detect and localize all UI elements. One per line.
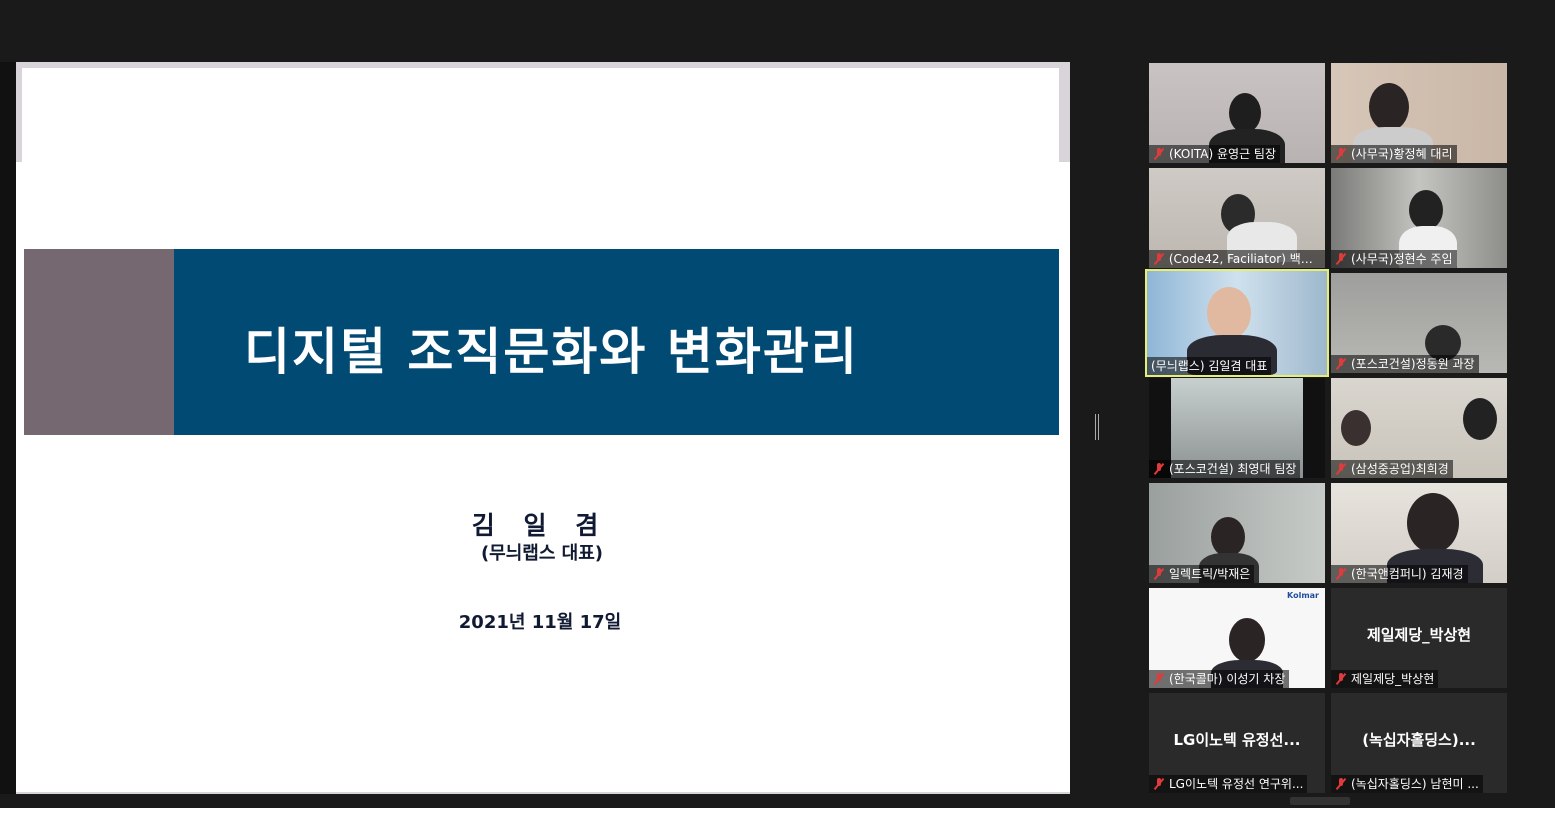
mic-muted-icon [1335,462,1347,476]
participant-head [1229,93,1261,133]
participant-name-label: 제일제당_박상현 [1331,670,1439,688]
participant-name-label: (KOITA) 윤영근 팀장 [1149,145,1280,163]
participant-tile[interactable]: (사무국)정현수 주임 [1331,168,1507,268]
participant-name-label: (무늬랩스) 김일겸 대표 [1147,357,1272,375]
participant-name-label: (Code42, Faciliator) 백성... [1149,250,1325,268]
participant-tile[interactable]: (사무국)황정혜 대리 [1331,63,1507,163]
mic-muted-icon [1153,672,1165,686]
participant-tile[interactable]: (녹십자홀딩스)... (녹십자홀딩스) 남현미 ... [1331,693,1507,793]
participant-head [1229,618,1265,662]
participant-head [1207,287,1251,339]
company-logo: Kolmar [1287,591,1319,600]
participant-name-label: (녹십자홀딩스) 남현미 ... [1331,775,1483,793]
gallery-scroll-thumb[interactable] [1290,797,1350,805]
meeting-top-bar [0,0,1555,62]
share-left-edge [0,62,16,794]
slide-title: 디지털 조직문화와 변화관리 [244,323,859,381]
participant-tile[interactable]: (한국앤컴퍼니) 김재경 [1331,483,1507,583]
participant-name-label: 일렉트릭/박재은 [1149,565,1255,583]
mic-muted-icon [1153,567,1165,581]
mic-muted-icon [1153,147,1165,161]
participant-name-label: (한국콜마) 이성기 차장 [1149,670,1290,688]
participant-tile[interactable]: 일렉트릭/박재은 [1149,483,1325,583]
participant-tile[interactable]: LG이노텍 유정선... LG이노텍 유정선 연구위... [1149,693,1325,793]
participant-tile[interactable]: Kolmar (한국콜마) 이성기 차장 [1149,588,1325,688]
participant-name-label: (포스코건설)정동원 과장 [1331,355,1479,373]
mic-muted-icon [1335,147,1347,161]
participant-display-name: (녹십자홀딩스)... [1362,731,1476,749]
participant-tile[interactable]: (KOITA) 윤영근 팀장 [1149,63,1325,163]
mic-muted-icon [1335,777,1347,791]
slide-right-edge [1059,62,1070,162]
mic-muted-icon [1335,672,1347,686]
participant-name-label: LG이노텍 유정선 연구위... [1149,775,1308,793]
mic-muted-icon [1335,567,1347,581]
participant-head [1409,190,1443,230]
participant-name-label: (포스코건설) 최영대 팀장 [1149,460,1301,478]
participant-display-name: 제일제당_박상현 [1366,626,1472,644]
participant-tile[interactable]: (Code42, Faciliator) 백성... [1149,168,1325,268]
mic-muted-icon [1335,252,1347,266]
participant-tile[interactable]: (포스코건설) 최영대 팀장 [1149,378,1325,478]
mic-muted-icon [1153,462,1165,476]
participant-name-label: (한국앤컴퍼니) 김재경 [1331,565,1468,583]
participant-name-label: (삼성중공업)최희경 [1331,460,1453,478]
participant-display-name: LG이노텍 유정선... [1173,731,1301,749]
participant-head [1407,493,1459,553]
participant-head [1211,517,1245,557]
presenter-role: (무늬랩스 대표) [480,543,604,564]
mic-muted-icon [1153,252,1165,266]
slide-date: 2021년 11월 17일 [458,612,622,633]
participant-head [1341,410,1371,446]
title-accent-block [24,249,174,435]
participant-tile-active-speaker[interactable]: (무늬랩스) 김일겸 대표 [1145,269,1329,377]
mic-muted-icon [1335,357,1347,371]
presenter-name: 김 일 겸 [471,511,609,540]
participant-tile[interactable]: (포스코건설)정동원 과장 [1331,273,1507,373]
panel-splitter-handle[interactable] [1095,414,1099,440]
mic-muted-icon [1153,777,1165,791]
participant-head [1369,83,1409,131]
window-bottom-strip [0,808,1555,824]
participant-tile[interactable]: 제일제당_박상현 제일제당_박상현 [1331,588,1507,688]
participant-head [1463,398,1497,440]
participant-name-label: (사무국)황정혜 대리 [1331,145,1457,163]
participant-tile[interactable]: (삼성중공업)최희경 [1331,378,1507,478]
participant-name-label: (사무국)정현수 주임 [1331,250,1457,268]
